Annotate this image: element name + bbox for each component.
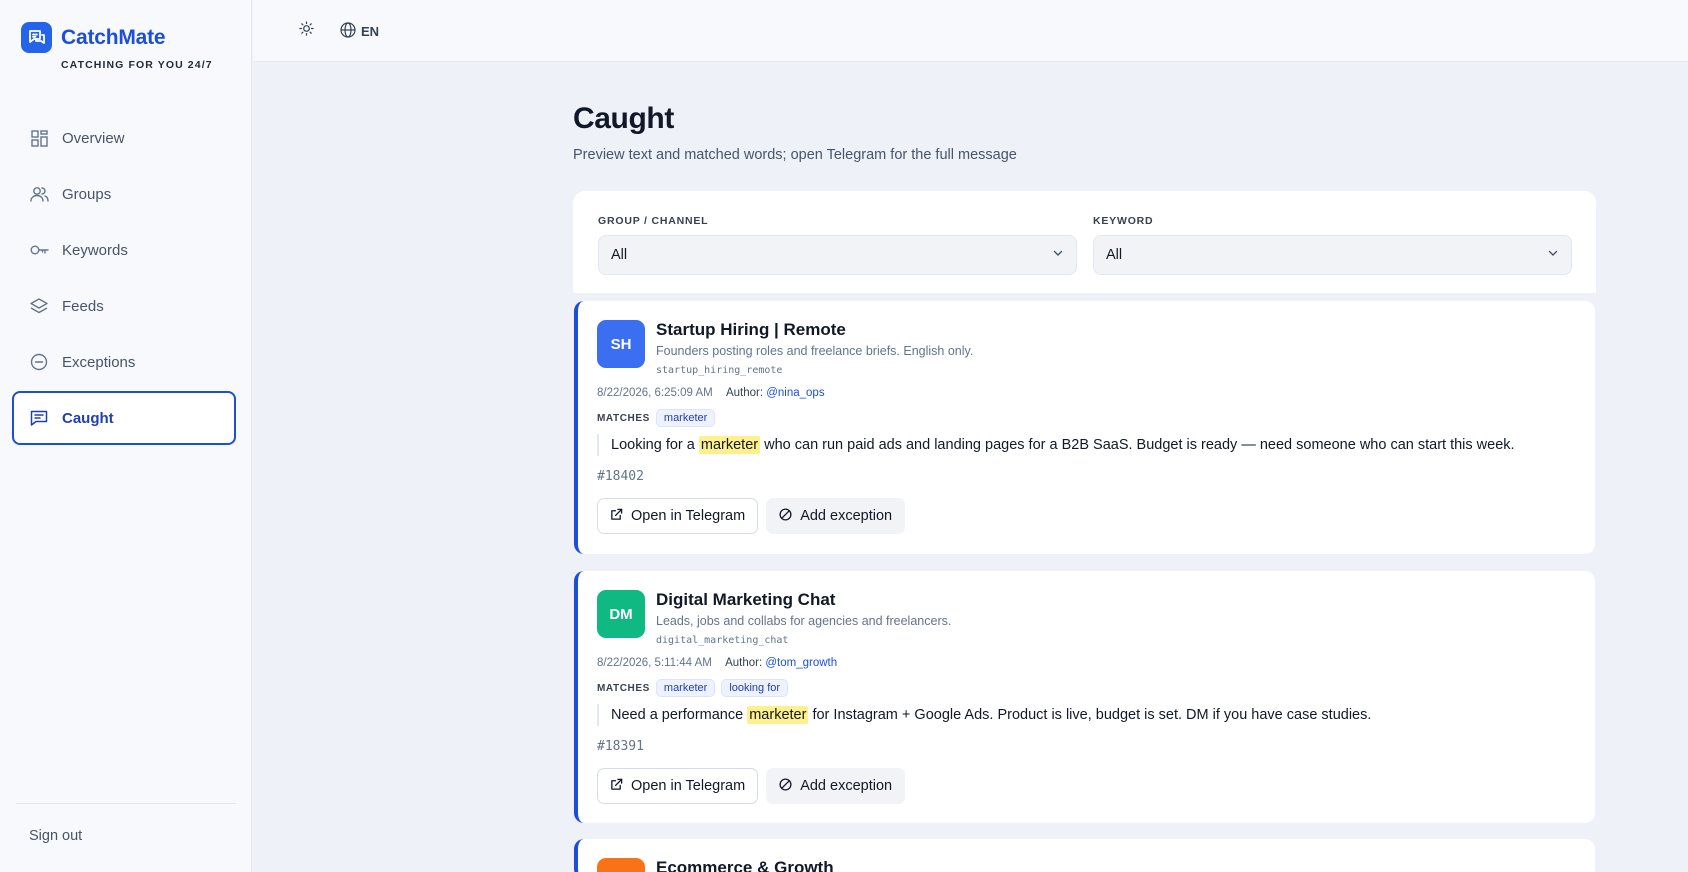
add-exception-label: Add exception [800, 778, 893, 794]
highlighted-match: marketer [747, 706, 809, 724]
sidebar-item-keywords[interactable]: Keywords [12, 223, 236, 277]
brand-tagline: CATCHING FOR YOU 24/7 [61, 59, 213, 71]
open-in-telegram-label: Open in Telegram [631, 508, 746, 524]
theme-toggle-button[interactable] [293, 18, 319, 44]
external-link-icon [610, 508, 631, 525]
language-button[interactable]: EN [340, 18, 379, 44]
group-title[interactable]: Ecommerce & Growth [656, 858, 834, 872]
sidebar-item-label: Caught [62, 409, 114, 427]
open-in-telegram-button[interactable]: Open in Telegram [597, 768, 759, 804]
sidebar-item-caught[interactable]: Caught [12, 391, 236, 445]
group-title[interactable]: Startup Hiring | Remote [656, 320, 846, 340]
keyword-filter-label: KEYWORD [1093, 215, 1154, 227]
sidebar-item-groups[interactable]: Groups [12, 167, 236, 221]
author-label: Author: [725, 387, 764, 399]
match-chip: marketer [655, 409, 716, 427]
group-description: Founders posting roles and freelance bri… [656, 344, 974, 358]
chat-logo-icon [21, 22, 52, 53]
author-label: Author: [725, 657, 763, 669]
minus-circle-icon [29, 352, 49, 372]
author-link[interactable]: @tom_growth [765, 657, 837, 669]
group-select-value: All [611, 247, 628, 263]
layers-icon [29, 296, 49, 316]
filters-panel: GROUP / CHANNEL All KEYWORD All [573, 191, 1596, 293]
message-id: #18402 [597, 469, 644, 484]
brand[interactable]: CatchMate [21, 22, 166, 53]
open-in-telegram-button[interactable]: Open in Telegram [597, 498, 759, 534]
caught-card: SH Startup Hiring | Remote Founders post… [574, 301, 1595, 554]
chevron-down-icon [1052, 247, 1064, 263]
matches-row: MATCHES marketer [597, 409, 721, 427]
group-avatar: EG [597, 858, 645, 872]
open-in-telegram-label: Open in Telegram [631, 778, 746, 794]
dashboard-icon [29, 128, 49, 148]
sidebar-item-label: Groups [62, 185, 112, 203]
sidebar-divider [16, 803, 236, 804]
message-meta: 8/22/2026, 5:11:44 AM Author: @tom_growt… [597, 657, 837, 669]
sidebar-item-exceptions[interactable]: Exceptions [12, 335, 236, 389]
matches-row: MATCHES marketer looking for [597, 679, 794, 697]
sidebar-item-label: Overview [62, 129, 125, 147]
message-id: #18391 [597, 739, 644, 754]
ban-icon [779, 507, 800, 525]
preview-text: for Instagram + Google Ads. Product is l… [808, 707, 1372, 723]
group-handle: digital_marketing_chat [656, 635, 789, 646]
globe-icon [340, 21, 361, 41]
preview-text: Looking for a [611, 437, 699, 453]
sidebar-item-label: Exceptions [62, 353, 136, 371]
ban-icon [779, 777, 800, 795]
keyword-select[interactable]: All [1093, 235, 1572, 275]
group-title[interactable]: Digital Marketing Chat [656, 590, 835, 610]
caught-card: EG Ecommerce & Growth [574, 839, 1595, 872]
highlighted-match: marketer [698, 436, 761, 454]
match-chip: looking for [721, 679, 789, 697]
add-exception-button[interactable]: Add exception [766, 768, 906, 804]
keyword-filter: KEYWORD All [1093, 215, 1572, 275]
caught-card: DM Digital Marketing Chat Leads, jobs an… [574, 571, 1595, 823]
message-time: 8/22/2026, 5:11:44 AM [597, 657, 712, 669]
message-preview: Looking for a marketer who can run paid … [597, 434, 1515, 456]
sidebar-nav: Overview Groups Keywords Feeds Exception… [12, 111, 236, 447]
sign-out-link[interactable]: Sign out [29, 828, 82, 844]
key-icon [29, 240, 49, 260]
keyword-select-value: All [1106, 247, 1123, 263]
matches-label: MATCHES [597, 412, 650, 424]
sidebar-item-label: Feeds [62, 297, 104, 315]
sidebar-item-overview[interactable]: Overview [12, 111, 236, 165]
matches-label: MATCHES [597, 682, 650, 694]
sun-icon [298, 21, 314, 41]
match-chip: marketer [655, 679, 716, 697]
group-avatar: SH [597, 320, 645, 368]
group-filter: GROUP / CHANNEL All [598, 215, 1077, 275]
add-exception-label: Add exception [800, 508, 893, 524]
group-description: Leads, jobs and collabs for agencies and… [656, 614, 952, 628]
page-subtitle: Preview text and matched words; open Tel… [573, 147, 1017, 163]
page-title: Caught [573, 102, 674, 135]
preview-text: Need a performance [611, 707, 748, 723]
group-handle: startup_hiring_remote [656, 365, 783, 376]
author-link[interactable]: @nina_ops [766, 387, 824, 399]
card-actions: Open in Telegram Add exception [597, 768, 913, 804]
group-filter-label: GROUP / CHANNEL [598, 215, 709, 227]
external-link-icon [610, 778, 631, 795]
add-exception-button[interactable]: Add exception [766, 498, 906, 534]
sidebar: CatchMate CATCHING FOR YOU 24/7 Overview… [0, 0, 252, 872]
users-icon [29, 184, 49, 204]
group-select[interactable]: All [598, 235, 1077, 275]
top-bar: EN [253, 0, 1688, 62]
message-time: 8/22/2026, 6:25:09 AM [597, 387, 713, 399]
preview-text: who can run paid ads and landing pages f… [760, 437, 1515, 453]
message-icon [29, 408, 49, 428]
brand-name: CatchMate [61, 25, 166, 49]
sidebar-item-label: Keywords [62, 241, 128, 259]
language-label: EN [361, 23, 380, 39]
chevron-down-icon [1547, 247, 1559, 263]
group-avatar: DM [597, 590, 645, 638]
sidebar-item-feeds[interactable]: Feeds [12, 279, 236, 333]
card-actions: Open in Telegram Add exception [597, 498, 913, 534]
message-preview: Need a performance marketer for Instagra… [597, 704, 1371, 726]
message-meta: 8/22/2026, 6:25:09 AM Author: @nina_ops [597, 387, 825, 399]
